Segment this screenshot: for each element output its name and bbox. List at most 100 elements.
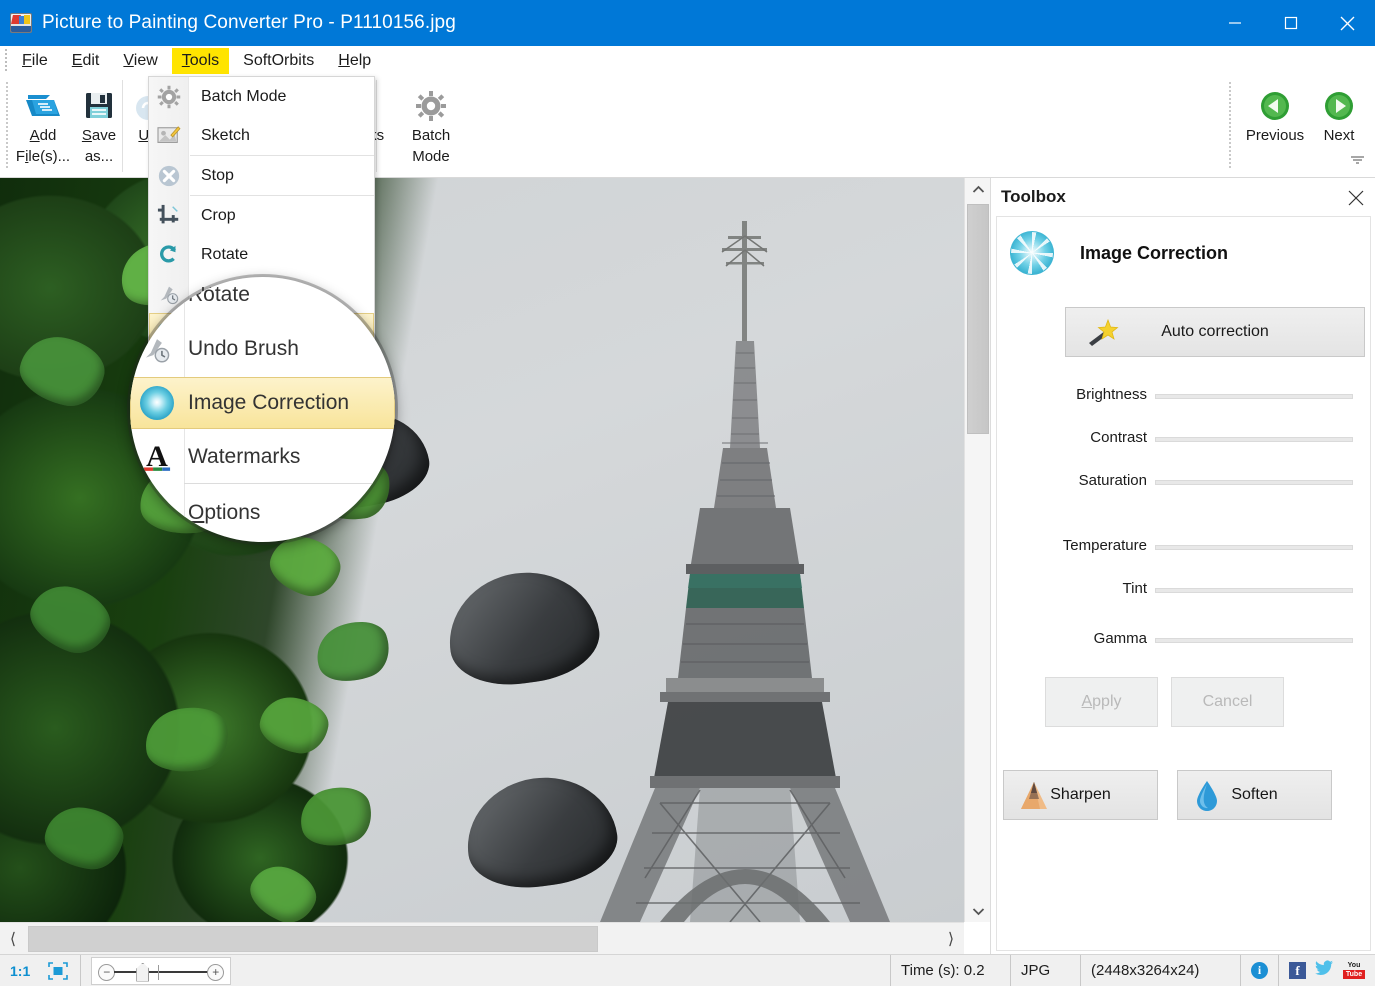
menu-item-label: Sketch bbox=[201, 126, 250, 144]
twitter-icon[interactable] bbox=[1315, 960, 1334, 981]
menu-softorbits[interactable]: SoftOrbits bbox=[233, 48, 324, 74]
magnified-item-undo-brush[interactable]: Undo Brush bbox=[130, 323, 395, 375]
menu-item-batch-mode[interactable]: Batch Mode bbox=[149, 77, 374, 116]
slider-label: Saturation bbox=[1078, 472, 1147, 489]
previous-button[interactable]: Previous bbox=[1238, 82, 1312, 146]
magnified-item-label: Rotate bbox=[188, 283, 250, 306]
scroll-up-icon[interactable] bbox=[965, 178, 991, 200]
magnified-item-rotate[interactable]: Rotate bbox=[130, 277, 395, 321]
zoom-slider-tick bbox=[158, 964, 160, 980]
title-bar: Picture to Painting Converter Pro - P111… bbox=[0, 0, 1375, 46]
batch-mode-label: Batch Mode bbox=[411, 127, 451, 165]
auto-correction-button[interactable]: Auto correction bbox=[1065, 307, 1365, 357]
zoom-in-icon[interactable]: + bbox=[207, 963, 225, 981]
magnified-item-options[interactable]: Options bbox=[130, 487, 395, 539]
slider-contrast[interactable]: Contrast bbox=[997, 424, 1372, 454]
menu-file[interactable]: File bbox=[12, 48, 58, 74]
menu-bar: File Edit View Tools SoftOrbits Help bbox=[0, 46, 1375, 76]
soften-button[interactable]: Soften bbox=[1177, 770, 1332, 820]
horizontal-scroll-thumb[interactable] bbox=[28, 926, 598, 952]
ribbon-divider-1 bbox=[122, 80, 123, 172]
image-correction-icon bbox=[130, 386, 184, 420]
fit-to-window-icon bbox=[48, 961, 69, 980]
zoom-slider-thumb[interactable] bbox=[136, 962, 150, 982]
canvas-vertical-scrollbar[interactable] bbox=[964, 178, 990, 922]
slider-brightness[interactable]: Brightness bbox=[997, 381, 1372, 411]
magnifier-lens: Rotate Undo Brush Image Correction A Wat… bbox=[130, 277, 395, 542]
ribbon-overflow-right-icon[interactable] bbox=[1350, 154, 1365, 168]
magnified-item-image-correction[interactable]: Image Correction bbox=[130, 377, 395, 429]
magnifier-content: Rotate Undo Brush Image Correction A Wat… bbox=[130, 277, 395, 542]
menu-help[interactable]: Help bbox=[328, 48, 381, 74]
canvas-horizontal-scrollbar[interactable]: ⟨ ⟩ bbox=[0, 922, 964, 954]
next-button[interactable]: Next bbox=[1302, 82, 1375, 146]
zoom-ratio-button[interactable]: 1:1 bbox=[0, 955, 38, 986]
magic-wand-icon bbox=[1080, 318, 1120, 353]
ribbon-grip-right bbox=[1229, 82, 1231, 168]
save-as-icon bbox=[82, 82, 116, 122]
close-icon[interactable] bbox=[1319, 0, 1375, 46]
soften-label: Soften bbox=[1231, 786, 1278, 803]
gear-icon bbox=[149, 85, 189, 109]
slider-track[interactable] bbox=[1155, 480, 1353, 485]
menu-item-stop[interactable]: Stop bbox=[149, 156, 374, 195]
sharpen-button[interactable]: Sharpen bbox=[1003, 770, 1158, 820]
image-dimensions: (2448x3264x24) bbox=[1081, 954, 1241, 986]
app-logo-icon bbox=[10, 13, 32, 33]
toolbox-panel: Toolbox Image Correction Auto correction bbox=[990, 178, 1375, 954]
slider-label: Temperature bbox=[1062, 537, 1147, 554]
menu-view[interactable]: View bbox=[113, 48, 167, 74]
apply-label: Apply bbox=[1081, 693, 1122, 710]
processing-time: Time (s): 0.2 bbox=[891, 954, 1011, 986]
toolbox-close-icon[interactable] bbox=[1347, 189, 1365, 207]
status-bar: 1:1 − + Time (s): 0.2 JPG (2448x3264x24)… bbox=[0, 954, 1375, 986]
rotate-icon bbox=[149, 243, 189, 267]
slider-track[interactable] bbox=[1155, 394, 1353, 399]
add-files-icon bbox=[24, 82, 62, 122]
magnified-item-label: Options bbox=[188, 501, 261, 524]
watermarks-icon: A bbox=[130, 440, 184, 474]
menu-item-sketch[interactable]: Sketch bbox=[149, 116, 374, 155]
image-correction-icon bbox=[1010, 231, 1054, 275]
undo-brush-icon bbox=[130, 333, 184, 365]
slider-track[interactable] bbox=[1155, 638, 1353, 643]
slider-track[interactable] bbox=[1155, 437, 1353, 442]
slider-temperature[interactable]: Temperature bbox=[997, 532, 1372, 562]
scroll-left-icon[interactable]: ⟨ bbox=[0, 923, 26, 955]
minimize-icon[interactable] bbox=[1207, 0, 1263, 46]
scroll-down-icon[interactable] bbox=[965, 900, 991, 922]
batch-mode-button[interactable]: Batch Mode bbox=[394, 82, 468, 167]
slider-saturation[interactable]: Saturation bbox=[997, 467, 1372, 497]
menu-item-label: Stop bbox=[201, 166, 234, 184]
menu-item-rotate[interactable]: Rotate bbox=[149, 235, 374, 274]
rotate-icon bbox=[130, 279, 184, 311]
panel-title: Image Correction bbox=[1080, 242, 1229, 263]
sharpen-label: Sharpen bbox=[1050, 786, 1111, 803]
slider-track[interactable] bbox=[1155, 588, 1353, 593]
zoom-out-icon[interactable]: − bbox=[98, 963, 116, 981]
info-cell[interactable]: i bbox=[1241, 954, 1279, 986]
slider-tint[interactable]: Tint bbox=[997, 575, 1372, 605]
slider-track[interactable] bbox=[1155, 545, 1353, 550]
facebook-icon[interactable]: f bbox=[1289, 962, 1306, 979]
youtube-icon[interactable]: You Tube bbox=[1343, 962, 1365, 979]
info-icon[interactable]: i bbox=[1251, 962, 1268, 979]
apply-button[interactable]: Apply bbox=[1045, 677, 1158, 727]
maximize-icon[interactable] bbox=[1263, 0, 1319, 46]
cancel-button[interactable]: Cancel bbox=[1171, 677, 1284, 727]
vertical-scroll-thumb[interactable] bbox=[967, 204, 989, 434]
slider-label: Gamma bbox=[1093, 630, 1147, 647]
zoom-slider[interactable]: − + bbox=[91, 956, 232, 985]
menu-edit[interactable]: Edit bbox=[62, 48, 110, 74]
slider-gamma[interactable]: Gamma bbox=[997, 625, 1372, 655]
window-controls bbox=[1207, 0, 1375, 46]
menu-item-label: Rotate bbox=[201, 245, 249, 263]
magnified-item-watermarks[interactable]: A Watermarks bbox=[130, 431, 395, 483]
sharpen-icon bbox=[1018, 779, 1050, 816]
scroll-right-icon[interactable]: ⟩ bbox=[938, 923, 964, 955]
menu-tools[interactable]: Tools bbox=[171, 48, 230, 74]
menu-item-crop[interactable]: Crop bbox=[149, 196, 374, 235]
gear-icon bbox=[415, 82, 447, 122]
fit-to-window-button[interactable] bbox=[38, 954, 82, 986]
crop-icon bbox=[149, 204, 189, 228]
